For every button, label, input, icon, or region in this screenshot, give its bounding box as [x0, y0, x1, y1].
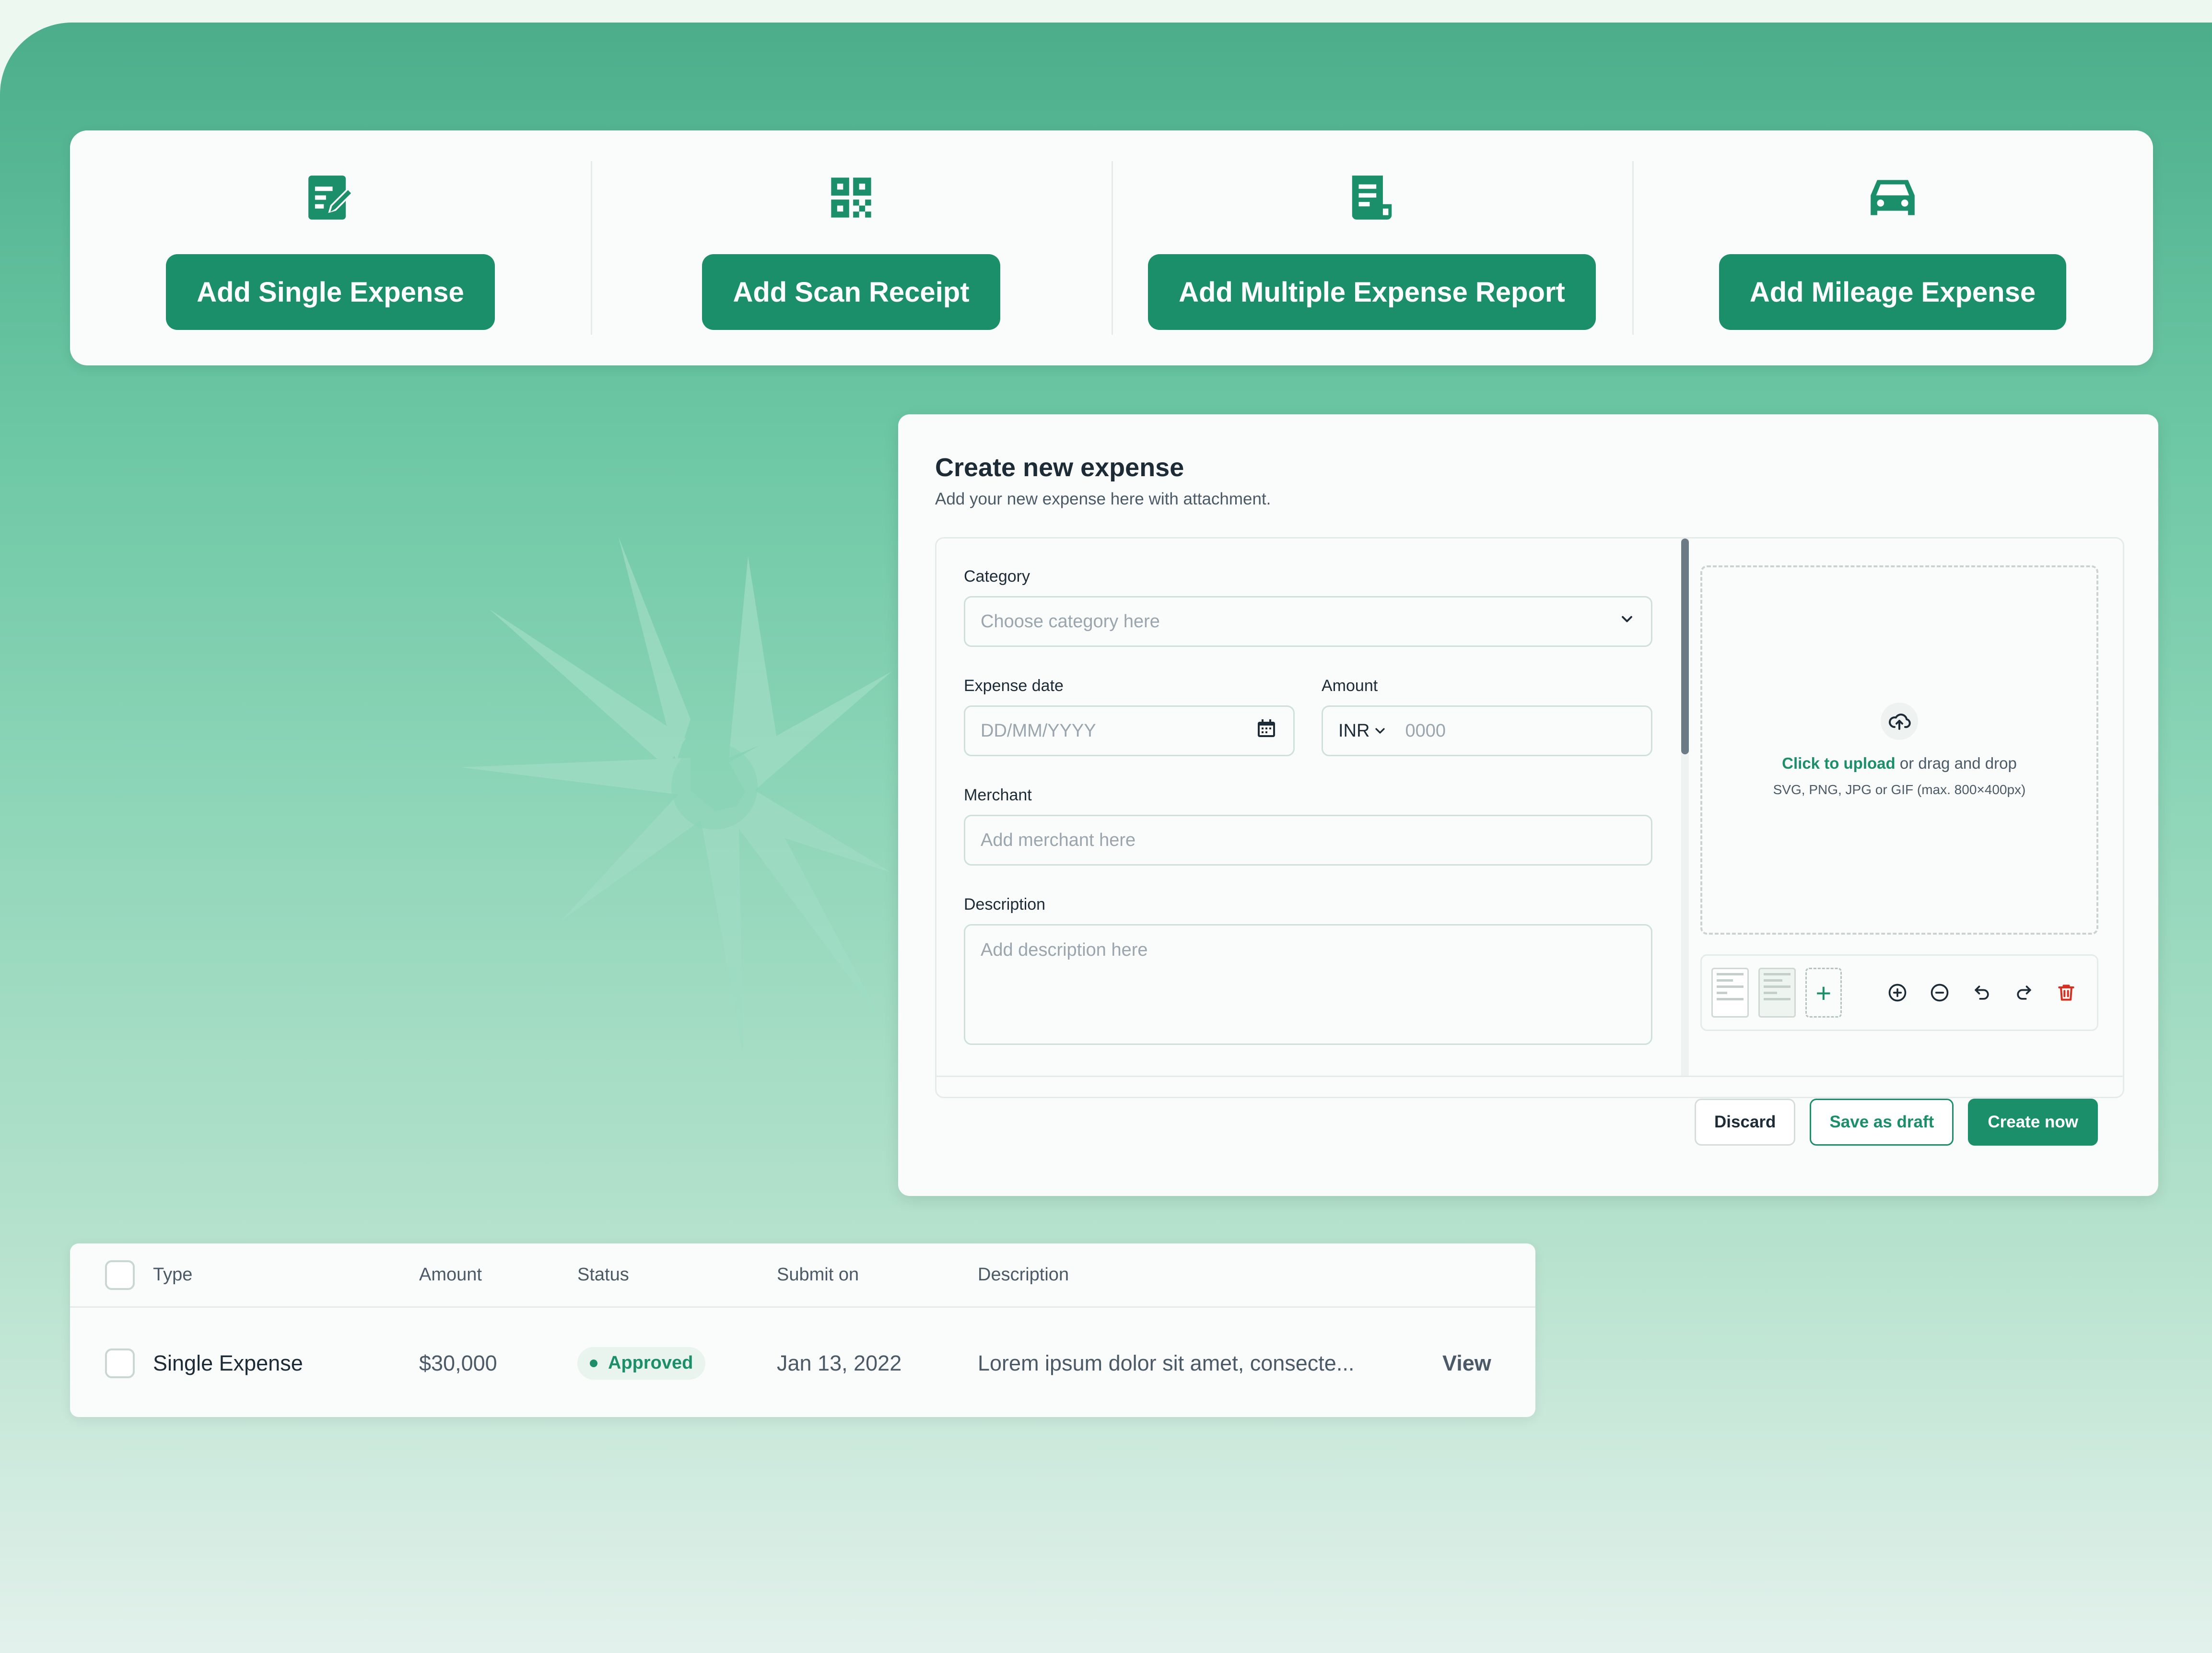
click-to-upload-link[interactable]: Click to upload: [1782, 754, 1896, 772]
header-type[interactable]: Type: [153, 1243, 192, 1306]
create-expense-modal: Create new expense Add your new expense …: [898, 414, 2158, 1196]
delete-icon[interactable]: [2045, 978, 2087, 1007]
create-now-button[interactable]: Create now: [1968, 1099, 2098, 1146]
description-textarea[interactable]: Add description here: [964, 924, 1652, 1045]
attachment-toolbar: +: [1700, 954, 2098, 1031]
amount-placeholder: 0000: [1405, 720, 1446, 741]
category-placeholder: Choose category here: [981, 611, 1160, 632]
table-row[interactable]: Single Expense $30,000 Approved Jan 13, …: [70, 1309, 1535, 1417]
row-amount: $30,000: [419, 1350, 497, 1375]
attachment-thumbnail[interactable]: [1711, 968, 1749, 1018]
car-icon: [1864, 169, 1921, 226]
add-multiple-expense-report-button[interactable]: Add Multiple Expense Report: [1148, 254, 1596, 330]
row-checkbox[interactable]: [105, 1348, 135, 1378]
edit-document-icon: [302, 169, 359, 226]
category-select[interactable]: Choose category here: [964, 596, 1652, 647]
expense-form-panel: Category Choose category here Expense da…: [935, 537, 2124, 1146]
upload-instructions: Click to upload or drag and drop: [1782, 754, 2017, 773]
undo-icon[interactable]: [1961, 978, 2003, 1007]
image-tools: [1876, 978, 2087, 1007]
attachment-thumbnail[interactable]: [1758, 968, 1796, 1018]
add-scan-receipt-button[interactable]: Add Scan Receipt: [702, 254, 1000, 330]
add-attachment-button[interactable]: +: [1805, 968, 1842, 1018]
qr-code-icon: [822, 169, 880, 226]
receipt-icon: [1343, 169, 1401, 226]
save-draft-button[interactable]: Save as draft: [1810, 1099, 1954, 1146]
expense-table: Type Amount Status Submit on Description…: [70, 1243, 1535, 1417]
calendar-icon[interactable]: [1255, 717, 1278, 745]
table-header: Type Amount Status Submit on Description: [70, 1243, 1535, 1308]
add-mileage-expense-button[interactable]: Add Mileage Expense: [1719, 254, 2067, 330]
status-badge: Approved: [577, 1347, 706, 1380]
form-scrollbar[interactable]: [1681, 539, 1689, 1076]
header-submit-on[interactable]: Submit on: [777, 1243, 859, 1306]
redo-icon[interactable]: [2003, 978, 2045, 1007]
quick-actions-card: Add Single Expense Add Scan Receipt Add …: [70, 130, 2153, 365]
discard-button[interactable]: Discard: [1695, 1099, 1796, 1146]
add-single-expense-button[interactable]: Add Single Expense: [166, 254, 495, 330]
expense-date-placeholder: DD/MM/YYYY: [981, 720, 1096, 741]
upload-dropzone[interactable]: Click to upload or drag and drop SVG, PN…: [1700, 565, 2098, 935]
action-mileage-expense: Add Mileage Expense: [1632, 130, 2153, 365]
row-status-cell: Approved: [577, 1309, 706, 1417]
header-amount[interactable]: Amount: [419, 1243, 482, 1306]
row-description: Lorem ipsum dolor sit amet, consecte...: [978, 1350, 1355, 1375]
expense-date-label: Expense date: [964, 677, 1064, 695]
select-all-checkbox[interactable]: [105, 1260, 135, 1290]
chevron-down-icon: [1618, 610, 1636, 633]
merchant-placeholder: Add merchant here: [981, 830, 1136, 850]
row-type: Single Expense: [153, 1350, 303, 1375]
currency-select[interactable]: INR: [1338, 721, 1388, 741]
zoom-in-icon[interactable]: [1876, 978, 1919, 1007]
upload-hint: SVG, PNG, JPG or GIF (max. 800×400px): [1773, 782, 2026, 797]
upload-drag-text: or drag and drop: [1895, 754, 2017, 772]
description-placeholder: Add description here: [981, 940, 1148, 960]
row-submit-on: Jan 13, 2022: [777, 1350, 902, 1375]
decorative-star: [460, 537, 892, 1055]
amount-label: Amount: [1322, 677, 1378, 695]
status-dot: [590, 1359, 597, 1367]
description-label: Description: [964, 895, 1046, 914]
header-description[interactable]: Description: [978, 1243, 1069, 1306]
currency-value: INR: [1338, 720, 1370, 741]
expense-form: Category Choose category here Expense da…: [936, 539, 1677, 1076]
view-link[interactable]: View: [1442, 1309, 1491, 1417]
form-footer-divider: [936, 1076, 2123, 1077]
cloud-upload-icon: [1881, 703, 1918, 740]
modal-title: Create new expense: [935, 453, 1184, 482]
row-select-cell: [105, 1309, 135, 1417]
amount-field[interactable]: INR 0000: [1322, 705, 1652, 756]
scrollbar-thumb[interactable]: [1681, 539, 1689, 754]
currency-chevron-icon: [1372, 723, 1388, 739]
header-status[interactable]: Status: [577, 1243, 629, 1306]
category-label: Category: [964, 567, 1030, 586]
zoom-out-icon[interactable]: [1919, 978, 1961, 1007]
action-scan-receipt: Add Scan Receipt: [591, 130, 1112, 365]
merchant-input[interactable]: Add merchant here: [964, 815, 1652, 866]
expense-date-field[interactable]: DD/MM/YYYY: [964, 705, 1295, 756]
modal-subtitle: Add your new expense here with attachmen…: [935, 490, 1271, 508]
select-all-cell: [105, 1243, 135, 1306]
action-single-expense: Add Single Expense: [70, 130, 591, 365]
status-label: Approved: [608, 1353, 693, 1373]
merchant-label: Merchant: [964, 786, 1032, 804]
modal-actions: Discard Save as draft Create now: [1695, 1099, 2098, 1146]
action-multiple-expense-report: Add Multiple Expense Report: [1112, 130, 1632, 365]
